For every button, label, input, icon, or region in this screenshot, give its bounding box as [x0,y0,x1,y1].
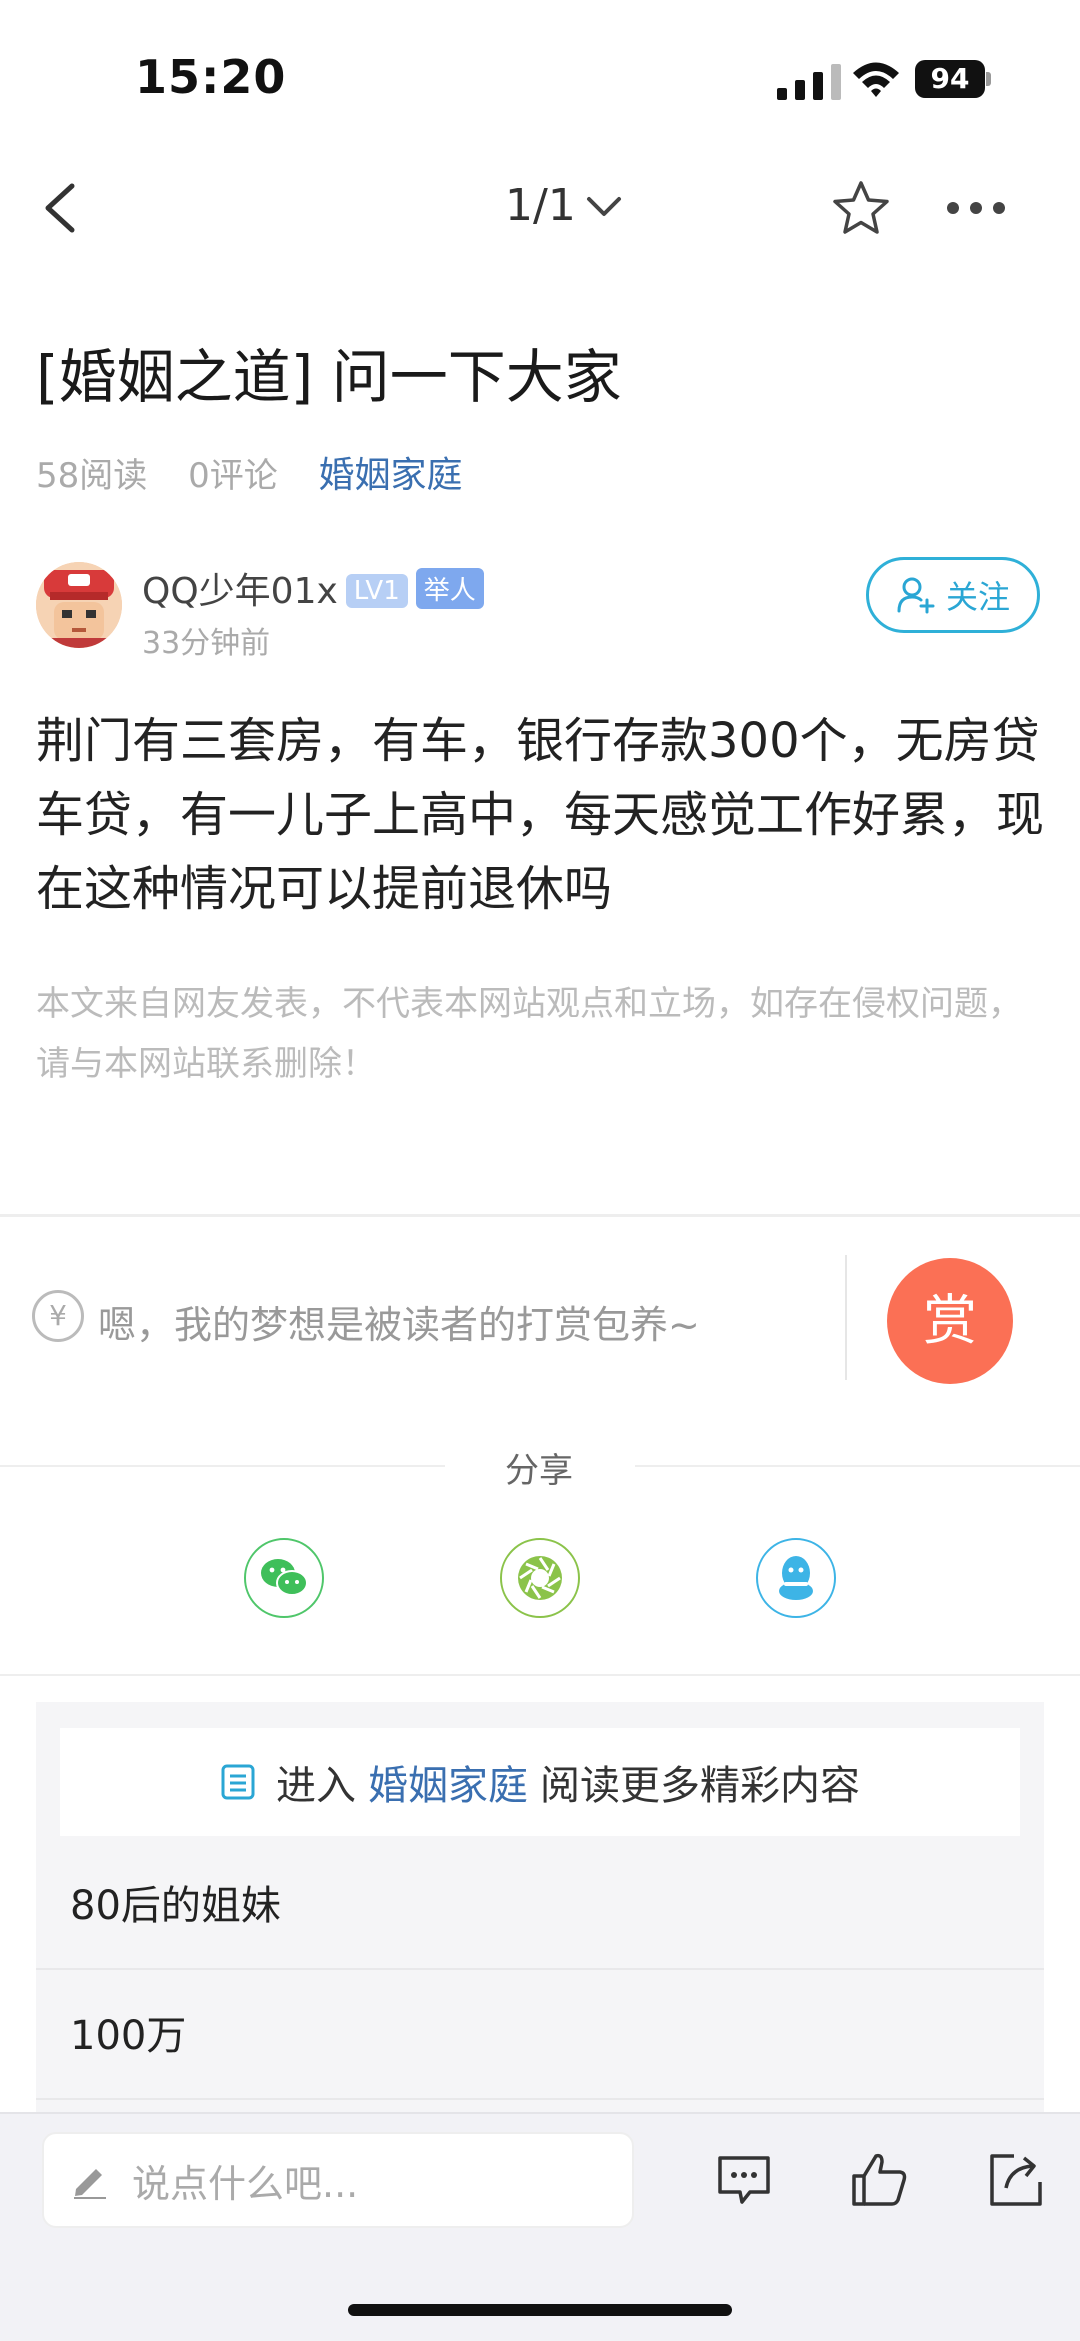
category-link[interactable]: 婚姻家庭 [319,455,463,496]
author-name[interactable]: QQ少年01x [142,571,338,612]
post-body: 荆门有三套房，有车，银行存款300个，无房贷车贷，有一儿子上高中，每天感觉工作好… [36,713,1045,917]
enter-suffix: 阅读更多精彩内容 [540,1763,860,1809]
disclaimer-text: 本文来自网友发表，不代表本网站观点和立场，如存在侵权问题，请与本网站联系删除！ [36,984,1022,1084]
read-count: 58阅读 [36,456,148,496]
like-icon[interactable] [848,2148,912,2212]
more-options-icon[interactable] [945,196,1007,220]
avatar-image [36,562,122,648]
battery-tip [986,72,991,86]
moments-icon [518,1556,562,1600]
comment-placeholder: 说点什么吧... [132,2161,359,2206]
related-item[interactable]: 100万 [36,1972,1044,2100]
page-indicator[interactable]: 1/1 [505,180,576,231]
wechat-share-button[interactable] [244,1538,324,1618]
wechat-icon [261,1559,308,1596]
qq-icon [779,1556,813,1600]
follow-label: 关注 [945,578,1010,616]
section-divider-2 [0,1674,1080,1676]
follow-button[interactable]: 关注 [866,557,1040,633]
comment-icon[interactable] [712,2148,776,2212]
back-arrow-icon[interactable] [40,180,80,236]
home-indicator[interactable] [348,2304,732,2316]
post-meta: 58阅读 0评论 婚姻家庭 [36,446,493,498]
share-icon[interactable] [984,2148,1048,2212]
level-badge: LV1 [345,574,408,608]
enter-category-link[interactable]: 进入 婚姻家庭 阅读更多精彩内容 [60,1728,1020,1836]
reward-prompt: 嗯，我的梦想是被读者的打赏包养~ [98,1303,700,1347]
cellular-signal-icon [777,64,841,100]
enter-category: 婚姻家庭 [368,1763,528,1809]
status-time: 15:20 [135,50,287,104]
role-badge: 举人 [415,568,484,609]
pencil-icon [74,2169,106,2199]
comment-input[interactable]: 说点什么吧... [42,2132,634,2228]
moments-share-button[interactable] [500,1538,580,1618]
post-title: [婚姻之道] 问一下大家 [36,343,622,411]
comment-count: 0评论 [188,456,278,496]
star-icon[interactable] [830,178,892,240]
author-name-row: QQ少年01x LV1 举人 [142,562,484,614]
related-item[interactable]: 80后的姐妹 [36,1842,1044,1970]
avatar[interactable] [36,562,122,648]
add-user-icon [897,577,935,614]
reward-button[interactable]: 赏 [887,1258,1013,1384]
section-divider [0,1214,1080,1217]
share-divider-right [635,1465,1080,1467]
chevron-down-icon[interactable] [585,194,623,220]
reward-divider [845,1255,847,1380]
wifi-icon [853,62,899,97]
share-label: 分享 [505,1451,573,1491]
enter-prefix: 进入 [276,1763,356,1809]
post-time: 33分钟前 [142,626,271,661]
battery-indicator: 94 [915,60,985,98]
qq-share-button[interactable] [756,1538,836,1618]
list-document-icon [221,1764,255,1800]
yuan-icon: ¥ [32,1290,84,1342]
share-divider-left [0,1465,445,1467]
